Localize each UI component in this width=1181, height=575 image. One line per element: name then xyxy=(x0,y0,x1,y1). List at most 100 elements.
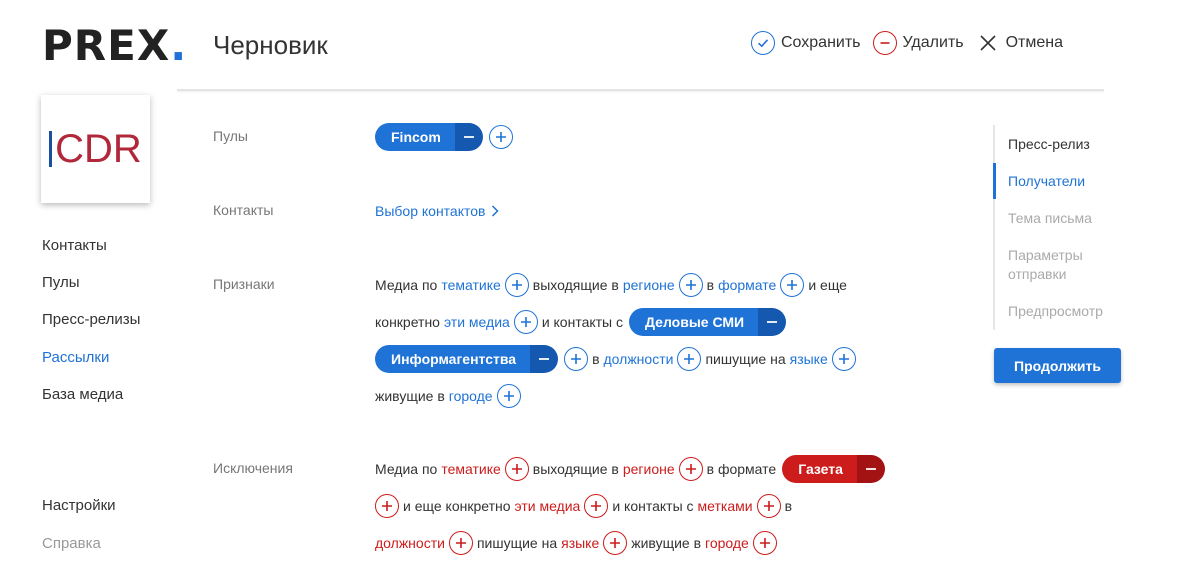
remove-tag-button[interactable] xyxy=(758,308,787,336)
exclude-tags-link[interactable]: метками xyxy=(698,498,753,514)
select-contacts-link[interactable]: Выбор контактов xyxy=(375,203,485,219)
specific-media-link[interactable]: эти медиа xyxy=(444,314,510,330)
sidebar-item-mailings[interactable]: Рассылки xyxy=(42,349,109,366)
static-text: живущие в xyxy=(375,388,445,404)
pool-chip-label: Fincom xyxy=(375,123,455,151)
signs-line-1: Медиа по тематике выходящие в регионе в … xyxy=(375,271,847,299)
exclude-specific-media-link[interactable]: эти медиа xyxy=(515,498,581,514)
static-text: пишущие на xyxy=(476,535,558,551)
step-press-release[interactable]: Пресс-релиз xyxy=(1008,135,1090,154)
exclusions-line-3: должности пишущие на языке живущие в гор… xyxy=(375,529,781,557)
exclude-chip-newspaper: Газета xyxy=(782,455,885,483)
delete-label: Удалить xyxy=(902,34,964,51)
add-position-button[interactable] xyxy=(677,347,702,371)
add-tag-button[interactable] xyxy=(564,347,589,371)
delete-button[interactable]: Удалить xyxy=(872,31,964,55)
language-link[interactable]: языке xyxy=(790,351,828,367)
page-title: Черновик xyxy=(213,30,328,60)
add-region-button[interactable] xyxy=(678,273,703,297)
exclude-language-link[interactable]: языке xyxy=(561,535,599,551)
plus-icon xyxy=(838,354,849,364)
add-pool-button[interactable] xyxy=(488,125,513,149)
exclusions-line-2: и еще конкретно эти медиа и контакты с м… xyxy=(375,492,792,520)
active-step-indicator xyxy=(993,163,996,199)
minus-icon xyxy=(767,321,778,323)
avatar-bar xyxy=(49,131,53,167)
static-text: в xyxy=(706,277,715,293)
static-text: Медиа по xyxy=(375,277,438,293)
company-avatar[interactable]: CDR xyxy=(41,95,150,203)
sidebar-item-press-releases[interactable]: Пресс-релизы xyxy=(42,311,140,328)
add-exclude-position-button[interactable] xyxy=(448,531,473,555)
static-text: и еще xyxy=(808,277,847,293)
pools-row: Fincom xyxy=(375,123,517,151)
plus-icon xyxy=(382,501,392,511)
chip-label: Газета xyxy=(782,455,857,483)
check-circle-icon xyxy=(751,31,775,55)
sidebar-item-pools[interactable]: Пулы xyxy=(42,274,80,291)
format-link[interactable]: формате xyxy=(718,277,776,293)
chip-label: Деловые СМИ xyxy=(629,308,759,336)
pool-chip: Fincom xyxy=(375,123,483,151)
step-recipients[interactable]: Получатели xyxy=(1008,172,1085,191)
static-text: и контакты с xyxy=(541,314,624,330)
pools-label: Пулы xyxy=(213,128,248,144)
remove-tag-button[interactable] xyxy=(530,345,559,373)
signs-line-3: Информагентства в должности пишущие на я… xyxy=(375,345,860,373)
save-button[interactable]: Сохранить xyxy=(751,31,861,55)
sidebar-item-contacts[interactable]: Контакты xyxy=(42,237,107,254)
exclude-position-link[interactable]: должности xyxy=(375,535,445,551)
add-specific-media-button[interactable] xyxy=(513,310,538,334)
minus-icon xyxy=(865,468,876,470)
position-link[interactable]: должности xyxy=(604,351,674,367)
topic-link[interactable]: тематике xyxy=(441,277,500,293)
add-language-button[interactable] xyxy=(831,347,856,371)
add-exclude-format-button[interactable] xyxy=(375,494,399,518)
contacts-row: Выбор контактов xyxy=(375,197,500,225)
sidebar-item-help[interactable]: Справка xyxy=(42,535,101,552)
header-actions: Сохранить Удалить Отмена xyxy=(751,31,1063,55)
wizard-steps: Пресс-релиз Получатели Тема письма Парам… xyxy=(993,125,1133,330)
plus-icon xyxy=(495,132,506,142)
city-link[interactable]: городе xyxy=(449,388,493,404)
cancel-label: Отмена xyxy=(1005,34,1064,51)
static-text: и контакты с xyxy=(612,498,694,514)
add-exclude-city-button[interactable] xyxy=(752,531,777,555)
cancel-button[interactable]: Отмена xyxy=(976,31,1063,55)
add-exclude-language-button[interactable] xyxy=(603,531,628,555)
plus-icon xyxy=(511,280,522,290)
add-exclude-media-button[interactable] xyxy=(584,494,609,518)
plus-icon xyxy=(787,280,798,290)
logo-text: PREX xyxy=(42,21,171,70)
plus-icon xyxy=(763,501,774,511)
static-text: в формате xyxy=(706,461,777,477)
add-format-button[interactable] xyxy=(780,273,805,297)
add-exclude-region-button[interactable] xyxy=(678,457,703,481)
add-topic-button[interactable] xyxy=(504,273,529,297)
region-link[interactable]: регионе xyxy=(623,277,675,293)
add-city-button[interactable] xyxy=(496,384,521,408)
add-exclude-topic-button[interactable] xyxy=(504,457,529,481)
exclude-city-link[interactable]: городе xyxy=(705,535,749,551)
static-text: в xyxy=(592,351,600,367)
minus-circle-icon xyxy=(872,31,897,55)
remove-exclusion-button[interactable] xyxy=(856,455,885,483)
static-text: в xyxy=(784,498,793,514)
static-text: живущие в xyxy=(631,535,702,551)
sidebar-item-settings[interactable]: Настройки xyxy=(42,497,116,514)
static-text: Медиа по xyxy=(375,461,438,477)
tag-chip-business-media: Деловые СМИ xyxy=(629,308,787,336)
exclusions-label: Исключения xyxy=(213,460,293,476)
prex-logo[interactable]: PREX. xyxy=(42,22,187,70)
plus-icon xyxy=(571,354,582,364)
continue-button[interactable]: Продолжить xyxy=(994,348,1121,383)
plus-icon xyxy=(503,391,514,401)
static-text: выходящие в xyxy=(532,461,619,477)
signs-label: Признаки xyxy=(213,276,275,292)
exclude-topic-link[interactable]: тематике xyxy=(441,461,500,477)
remove-pool-button[interactable] xyxy=(454,123,483,151)
exclude-region-link[interactable]: регионе xyxy=(623,461,675,477)
add-exclude-tag-button[interactable] xyxy=(756,494,781,518)
minus-icon xyxy=(539,358,550,360)
sidebar-item-media-base[interactable]: База медиа xyxy=(42,386,123,403)
